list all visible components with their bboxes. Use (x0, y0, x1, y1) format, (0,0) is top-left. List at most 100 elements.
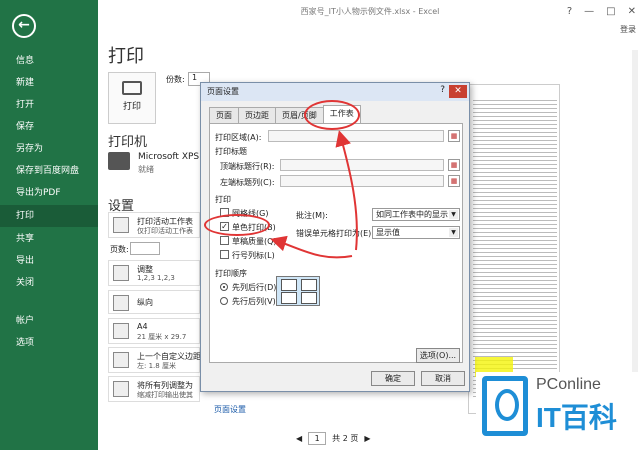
top-rows-field[interactable] (280, 159, 444, 171)
row-col-headings-checkbox[interactable] (220, 250, 229, 259)
setting-sub: 21 厘米 x 29.7 (137, 333, 187, 341)
printer-icon (122, 81, 142, 95)
sidebar-item-save-baidu[interactable]: 保存到百度网盘 (0, 160, 98, 182)
left-cols-label: 左端标题列(C): (220, 178, 275, 187)
print-button[interactable]: 打印 (108, 72, 156, 124)
setting-paper-size[interactable]: A4 21 厘米 x 29.7 (108, 318, 200, 344)
chevron-down-icon: ▼ (449, 210, 458, 219)
page-title: 打印 (108, 46, 144, 67)
options-button[interactable]: 选项(O)... (416, 348, 460, 363)
sidebar-item-account[interactable]: 帐户 (0, 310, 98, 332)
print-button-label: 打印 (122, 102, 141, 112)
setting-main: A4 (137, 322, 148, 331)
minimize-icon[interactable]: — (584, 6, 594, 17)
window-controls: ? — □ ✕ (567, 6, 636, 17)
highlight-oval-sheet-tab (304, 100, 360, 130)
total-pages: 共 2 页 (332, 434, 359, 443)
print-area-label: 打印区域(A): (215, 133, 262, 142)
sidebar-item-open[interactable]: 打开 (0, 94, 98, 116)
sidebar-item-options[interactable]: 选项 (0, 332, 98, 354)
setting-sub: 缩减打印输出使其 (137, 391, 193, 399)
sidebar-item-info[interactable]: 信息 (0, 50, 98, 72)
setting-sub: 仅打印活动工作表 (137, 227, 193, 235)
dialog-title: 页面设置 (201, 83, 469, 101)
order-over-radio[interactable] (220, 297, 228, 305)
pages-input[interactable] (130, 242, 160, 255)
draft-quality-label: 草稿质量(Q) (232, 237, 277, 246)
setting-sub: 1,2,3 1,2,3 (137, 274, 175, 282)
sidebar-item-export[interactable]: 导出 (0, 250, 98, 272)
tab-page[interactable]: 页面 (209, 107, 239, 123)
print-area-field[interactable] (268, 130, 444, 142)
printer-name: Microsoft XPS D (138, 152, 209, 162)
window-title: 西家号_IT小人物示例文件.xlsx - Excel (300, 7, 440, 16)
range-picker-icon[interactable]: ▦ (448, 159, 460, 171)
draft-quality-checkbox[interactable] (220, 236, 229, 245)
sidebar-item-save[interactable]: 保存 (0, 116, 98, 138)
pconline-logo: PConline IT百科 (476, 372, 640, 442)
top-rows-label: 顶端标题行(R): (220, 162, 275, 171)
order-down-radio[interactable] (220, 283, 228, 291)
setting-main: 纵向 (137, 298, 153, 307)
margins-icon (113, 352, 129, 368)
highlight-oval-single-color (204, 214, 270, 236)
sidebar-item-print[interactable]: 打印 (0, 205, 98, 227)
order-over-label: 先行后列(V) (232, 297, 276, 306)
sidebar-item-new[interactable]: 新建 (0, 72, 98, 94)
page-navigator: ◀ 1 共 2 页 ▶ (296, 432, 371, 445)
sidebar-item-share[interactable]: 共享 (0, 228, 98, 250)
print-titles-label: 打印标题 (215, 147, 247, 156)
printer-status: 就绪 (138, 165, 154, 174)
preview-content (473, 97, 557, 397)
range-picker-icon[interactable]: ▦ (448, 175, 460, 187)
backstage-sidebar: ← 信息 新建 打开 保存 另存为 保存到百度网盘 导出为PDF 打印 共享 导… (0, 0, 98, 450)
login-link[interactable]: 登录 (620, 24, 636, 35)
setting-orientation[interactable]: 纵向 (108, 290, 200, 314)
print-preview (468, 84, 560, 414)
dialog-help-icon[interactable]: ? (440, 85, 445, 95)
setting-print-scope[interactable]: 打印活动工作表 仅打印活动工作表 (108, 212, 200, 238)
cancel-button[interactable]: 取消 (421, 371, 465, 386)
copies-label: 份数: (166, 75, 185, 84)
logo-bottom-text: IT百科 (536, 402, 617, 433)
errors-label: 错误单元格打印为(E): (296, 229, 374, 238)
sidebar-item-close[interactable]: 关闭 (0, 272, 98, 294)
logo-top-text: PConline (536, 376, 601, 393)
scaling-icon (113, 381, 129, 397)
ok-button[interactable]: 确定 (371, 371, 415, 386)
next-page-icon[interactable]: ▶ (364, 434, 370, 443)
page-order-preview-icon (276, 276, 320, 306)
errors-select[interactable]: 显示值 ▼ (372, 226, 460, 239)
sidebar-item-save-as[interactable]: 另存为 (0, 138, 98, 160)
range-picker-icon[interactable]: ▦ (448, 130, 460, 142)
comments-select[interactable]: 如同工作表中的显示 ▼ (372, 208, 460, 221)
print-group-label: 打印 (215, 195, 231, 204)
setting-sub: 左: 1.8 厘米 (137, 362, 176, 370)
pconline-logo-mark-icon (482, 376, 528, 436)
current-page-input[interactable]: 1 (308, 432, 327, 445)
pages-label: 页数: (110, 245, 129, 254)
setting-scaling[interactable]: 将所有列调整为 缩减打印输出使其 (108, 376, 200, 402)
printer-selector[interactable]: Microsoft XPS D 就绪 (108, 148, 209, 180)
close-icon[interactable]: ✕ (628, 6, 636, 17)
help-icon[interactable]: ? (567, 6, 572, 17)
printer-device-icon (108, 152, 130, 170)
comments-label: 批注(M): (296, 211, 328, 220)
dialog-close-icon[interactable]: ✕ (449, 85, 467, 98)
prev-page-icon[interactable]: ◀ (296, 434, 302, 443)
tab-margins[interactable]: 页边距 (238, 107, 276, 123)
page-order-label: 打印顺序 (215, 269, 247, 278)
left-cols-field[interactable] (280, 175, 444, 187)
page-setup-link[interactable]: 页面设置 (214, 404, 246, 415)
sidebar-item-export-pdf[interactable]: 导出为PDF (0, 182, 98, 204)
paper-icon (113, 323, 129, 339)
collate-icon (113, 265, 129, 281)
setting-margins[interactable]: 上一个自定义边距 左: 1.8 厘米 (108, 347, 201, 373)
sheet-icon (113, 217, 129, 233)
portrait-icon (113, 295, 129, 311)
setting-collate[interactable]: 调整 1,2,3 1,2,3 (108, 260, 200, 286)
sheet-tab-panel: 打印区域(A): ▦ 打印标题 顶端标题行(R): ▦ 左端标题列(C): ▦ … (209, 123, 463, 363)
maximize-icon[interactable]: □ (606, 6, 615, 17)
back-arrow-icon[interactable]: ← (12, 14, 36, 38)
chevron-down-icon: ▼ (449, 228, 458, 237)
